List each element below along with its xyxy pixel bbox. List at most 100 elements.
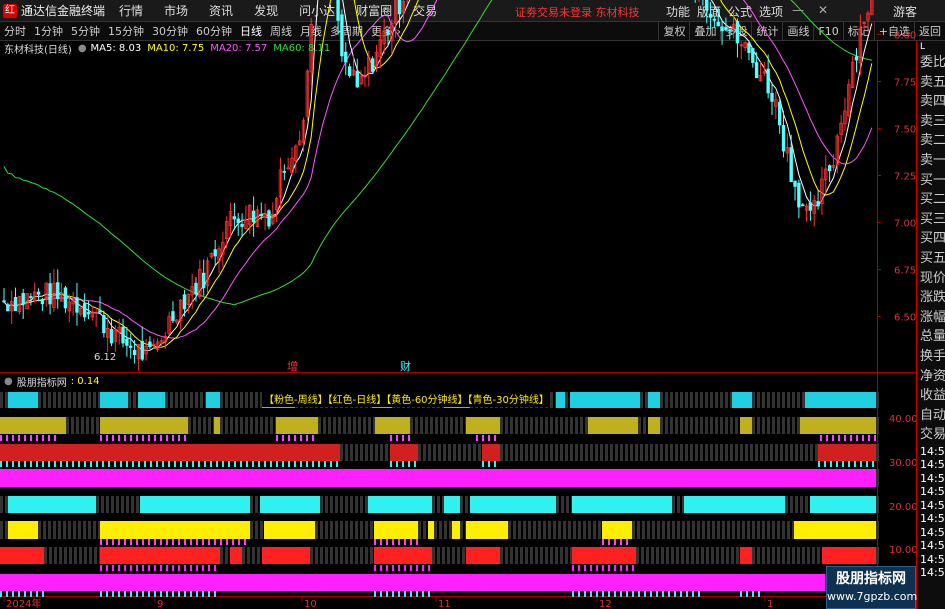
- sidebar-item[interactable]: 净资: [917, 367, 945, 387]
- sidebar-item[interactable]: 14:56: [917, 445, 945, 459]
- tick-mark: [572, 565, 574, 571]
- band-stripe: [752, 417, 755, 434]
- band-stripe: [692, 521, 695, 539]
- band-stripe: [345, 547, 348, 564]
- settings-icon[interactable]: ●: [78, 43, 87, 54]
- candle-body: [789, 147, 793, 183]
- band-daily-2: [466, 547, 500, 564]
- band-stripe: [665, 392, 668, 408]
- band-stripe: [525, 444, 528, 461]
- sidebar-item[interactable]: 交易: [917, 425, 945, 445]
- tick-mark: [202, 539, 204, 545]
- candle-body: [808, 202, 813, 211]
- band-stripe: [772, 417, 775, 434]
- band-stripe: [661, 547, 664, 564]
- tick-mark: [136, 565, 138, 571]
- watermark-title: 股朋指标网: [836, 571, 906, 587]
- band-stripe: [78, 392, 81, 408]
- band-stripe: [593, 521, 596, 539]
- band-stripe: [175, 392, 178, 408]
- sidebar-item[interactable]: 14:56: [917, 553, 945, 567]
- sidebar-item[interactable]: 买三: [917, 210, 945, 230]
- sidebar-item[interactable]: 卖二: [917, 131, 945, 151]
- band-stripe: [355, 521, 358, 539]
- band-stripe: [63, 392, 66, 408]
- sidebar-item[interactable]: 现价: [917, 269, 945, 289]
- sidebar-item[interactable]: 总量: [917, 327, 945, 347]
- candle-body: [63, 287, 68, 309]
- sub-axis-label: 10.00: [889, 545, 916, 556]
- sidebar-item[interactable]: 涨幅: [917, 308, 945, 328]
- band-stripe: [685, 417, 688, 434]
- settings-icon[interactable]: ●: [4, 376, 13, 387]
- tool-back[interactable]: 返回: [914, 22, 945, 41]
- band-60min-2: [374, 521, 418, 539]
- tick-mark: [602, 565, 604, 571]
- band-stripe: [710, 392, 713, 408]
- band-stripe: [625, 444, 628, 461]
- band-stripe: [650, 444, 653, 461]
- tick-mark: [416, 539, 418, 545]
- tick-mark: [620, 565, 622, 571]
- band-stripe: [128, 392, 131, 408]
- band-stripe: [106, 496, 109, 513]
- sidebar-item[interactable]: 卖四: [917, 92, 945, 112]
- sidebar-item[interactable]: 自动: [917, 406, 945, 426]
- band-stripe: [335, 547, 338, 564]
- candle-body: [182, 294, 187, 310]
- band-stripe: [767, 392, 770, 408]
- sidebar-item[interactable]: 买一: [917, 171, 945, 191]
- sidebar-item[interactable]: 14:56: [917, 458, 945, 472]
- tick-mark: [60, 461, 62, 467]
- band-60min-2: [452, 521, 460, 539]
- tick-mark: [160, 435, 162, 441]
- tick-mark: [136, 539, 138, 545]
- band-stripe: [335, 521, 338, 539]
- tick-mark: [596, 591, 598, 597]
- band-stripe: [677, 521, 680, 539]
- candle-body: [194, 282, 198, 295]
- candle-body: [712, 18, 717, 21]
- tick-mark: [180, 461, 182, 467]
- price-label: 6.75: [894, 266, 916, 277]
- candle-body: [171, 311, 175, 321]
- tick-mark: [404, 591, 406, 597]
- tick-mark: [174, 461, 176, 467]
- sidebar-item[interactable]: 买二: [917, 190, 945, 210]
- sidebar-item[interactable]: 涨跌: [917, 288, 945, 308]
- band-stripe: [700, 392, 703, 408]
- band-stripe: [111, 496, 114, 513]
- sidebar-item[interactable]: 委比: [917, 53, 945, 73]
- sidebar-item[interactable]: 14:56: [917, 539, 945, 553]
- band-stripe: [645, 444, 648, 461]
- sidebar-item[interactable]: 14:56: [917, 499, 945, 513]
- tick-mark: [178, 591, 180, 597]
- tick-mark: [226, 539, 228, 545]
- band-stripe: [520, 547, 523, 564]
- candle-body: [708, 13, 713, 18]
- sidebar-item[interactable]: 卖一: [917, 151, 945, 171]
- sidebar-item[interactable]: 14:56: [917, 512, 945, 526]
- sidebar-item[interactable]: 14:56: [917, 485, 945, 499]
- tick-mark: [18, 591, 20, 597]
- sidebar-item[interactable]: 买四: [917, 229, 945, 249]
- sidebar-item[interactable]: 换手: [917, 347, 945, 367]
- tick-mark: [12, 591, 14, 597]
- band-stripe: [443, 444, 446, 461]
- time-label: 2024年: [6, 597, 41, 609]
- sidebar-item[interactable]: 14:56: [917, 472, 945, 486]
- sidebar-item[interactable]: 14:56: [917, 526, 945, 540]
- sidebar-item[interactable]: 卖三: [917, 112, 945, 132]
- candle-body: [267, 210, 271, 227]
- indicator-name[interactable]: 股朋指标网: [17, 374, 67, 389]
- sidebar-item[interactable]: 卖五: [917, 73, 945, 93]
- tick-mark: [148, 435, 150, 441]
- kline-chart[interactable]: 9.008.758.508.258.007.757.507.257.006.75…: [0, 0, 916, 609]
- band-stripe: [188, 417, 191, 434]
- band-stripe: [505, 547, 508, 564]
- band-stripe: [530, 547, 533, 564]
- sidebar-item[interactable]: 收益: [917, 386, 945, 406]
- sidebar-item[interactable]: 买五: [917, 249, 945, 269]
- sidebar-item[interactable]: 14:56: [917, 566, 945, 580]
- stock-name[interactable]: 东材科技(日线): [4, 41, 72, 56]
